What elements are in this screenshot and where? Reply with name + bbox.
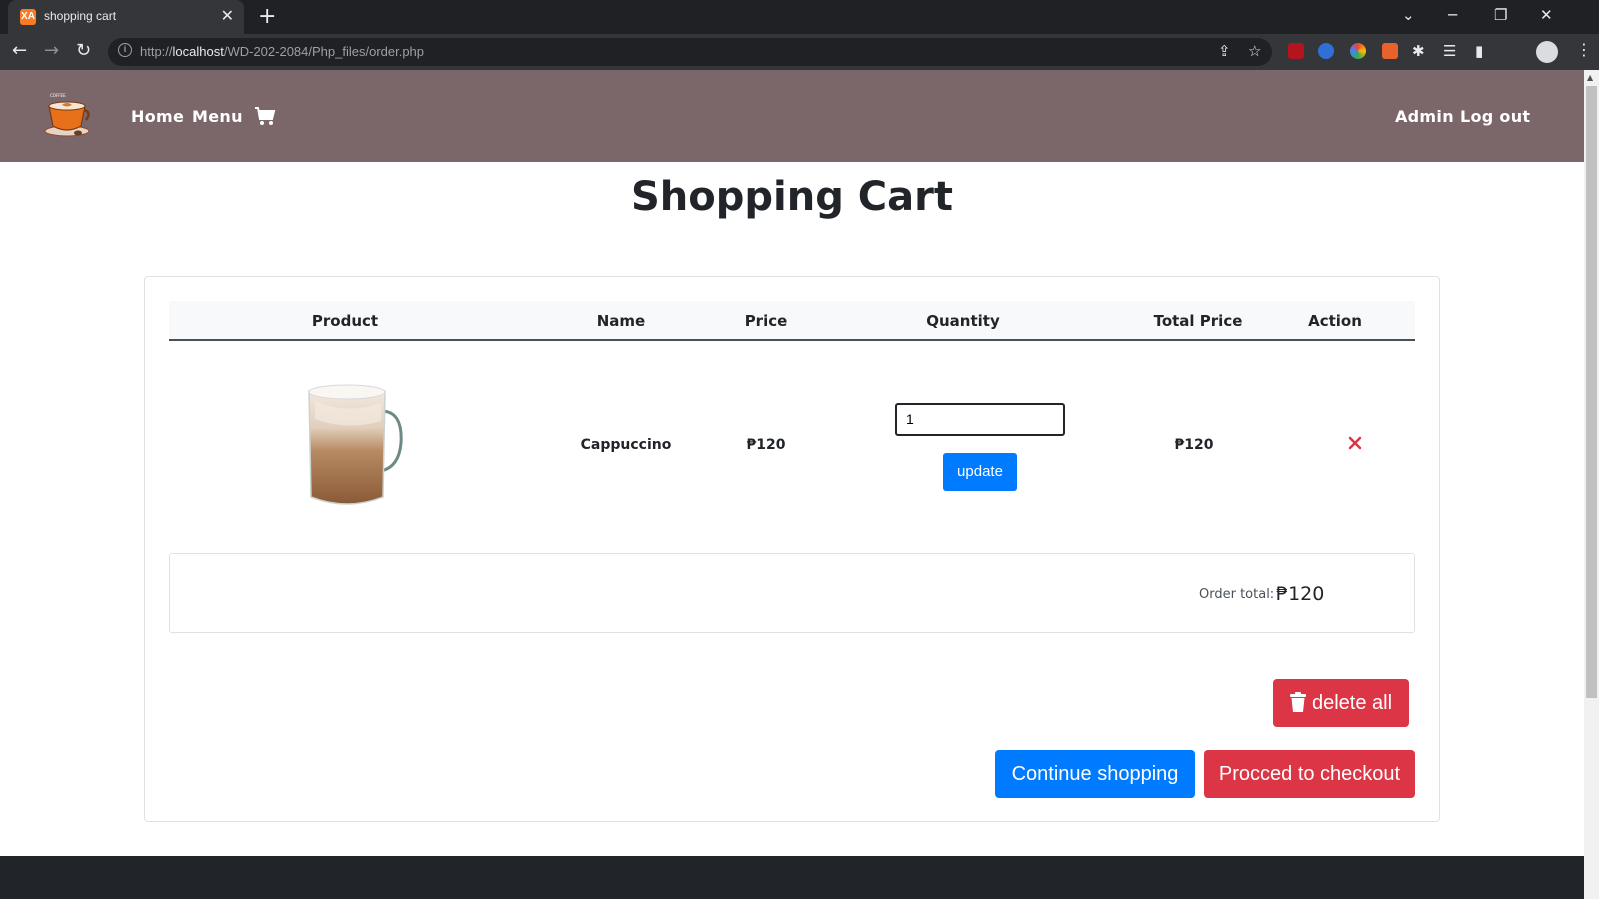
quantity-input[interactable]: 1 bbox=[895, 403, 1065, 436]
cappuccino-image bbox=[308, 384, 403, 505]
page-title: Shopping Cart bbox=[631, 174, 953, 220]
header-total-price: Total Price bbox=[1153, 312, 1243, 330]
extensions-puzzle-icon[interactable]: ✱ bbox=[1412, 42, 1425, 60]
header-product: Product bbox=[311, 312, 379, 330]
back-icon[interactable]: ← bbox=[12, 40, 27, 61]
site-navbar: COFFEE Home Menu Admin Log out bbox=[0, 70, 1584, 162]
cart-card: Product Name Price Quantity Total Price … bbox=[144, 276, 1440, 822]
color-picker-extension-icon[interactable] bbox=[1350, 43, 1366, 59]
order-total-label: Order total: bbox=[1199, 587, 1275, 602]
update-button[interactable]: update bbox=[943, 453, 1017, 491]
product-price: ₱120 bbox=[746, 437, 786, 453]
nav-menu-link[interactable]: Menu bbox=[192, 107, 243, 126]
restore-icon[interactable]: ❐ bbox=[1494, 6, 1507, 24]
row-total-price: ₱120 bbox=[1174, 437, 1214, 453]
tab-search-icon[interactable]: ⌄ bbox=[1402, 6, 1415, 24]
cart-icon[interactable] bbox=[254, 106, 276, 126]
nav-admin-link[interactable]: Admin bbox=[1395, 107, 1454, 126]
checkout-button[interactable]: Procced to checkout bbox=[1204, 750, 1415, 798]
header-action: Action bbox=[1308, 312, 1362, 330]
browser-menu-icon[interactable]: ⋮ bbox=[1576, 40, 1592, 59]
trash-icon bbox=[1289, 692, 1306, 712]
page-scrollbar[interactable]: ▲ bbox=[1584, 70, 1599, 899]
url-text: http://localhost/WD-202-2084/Php_files/o… bbox=[140, 44, 425, 59]
delete-all-button[interactable]: delete all bbox=[1273, 679, 1409, 727]
continue-shopping-button[interactable]: Continue shopping bbox=[995, 750, 1195, 798]
remove-item-icon[interactable] bbox=[1347, 435, 1363, 451]
order-total-value: ₱120 bbox=[1276, 583, 1325, 605]
scroll-up-icon[interactable]: ▲ bbox=[1587, 73, 1593, 82]
reading-list-icon[interactable]: ☰ bbox=[1443, 42, 1456, 60]
svg-text:COFFEE: COFFEE bbox=[50, 93, 66, 98]
header-quantity: Quantity bbox=[926, 312, 1000, 330]
extension-icon[interactable] bbox=[1382, 43, 1398, 59]
extension-icon[interactable] bbox=[1318, 43, 1334, 59]
header-name: Name bbox=[596, 312, 646, 330]
address-bar[interactable]: i http://localhost/WD-202-2084/Php_files… bbox=[108, 38, 1272, 66]
header-price: Price bbox=[744, 312, 788, 330]
site-info-icon[interactable]: i bbox=[118, 43, 132, 57]
ublock-extension-icon[interactable] bbox=[1288, 43, 1304, 59]
order-total-box: Order total: ₱120 bbox=[169, 553, 1415, 633]
close-window-icon[interactable]: ✕ bbox=[1540, 6, 1553, 24]
side-panel-icon[interactable]: ▮ bbox=[1475, 42, 1483, 60]
cart-table-header: Product Name Price Quantity Total Price … bbox=[169, 301, 1415, 341]
profile-avatar[interactable] bbox=[1536, 41, 1558, 63]
delete-all-label: delete all bbox=[1311, 692, 1393, 714]
page-viewport: COFFEE Home Menu Admin Log out Shopping … bbox=[0, 70, 1599, 899]
xampp-favicon-icon: XA bbox=[20, 9, 36, 25]
browser-tab-strip: XA shopping cart ✕ + ⌄ ─ ❐ ✕ bbox=[0, 0, 1599, 34]
tab-close-icon[interactable]: ✕ bbox=[221, 7, 234, 25]
nav-home-link[interactable]: Home bbox=[131, 107, 184, 126]
bookmark-star-icon[interactable]: ☆ bbox=[1248, 42, 1261, 60]
product-name: Cappuccino bbox=[580, 437, 672, 453]
page-footer bbox=[0, 856, 1584, 899]
scrollbar-thumb[interactable] bbox=[1586, 86, 1597, 698]
coffee-logo[interactable]: COFFEE bbox=[42, 92, 92, 138]
nav-logout-link[interactable]: Log out bbox=[1460, 107, 1530, 126]
forward-icon[interactable]: → bbox=[44, 40, 59, 61]
tab-title: shopping cart bbox=[44, 9, 117, 23]
share-icon[interactable]: ⇪ bbox=[1218, 42, 1231, 60]
new-tab-icon[interactable]: + bbox=[258, 4, 276, 29]
browser-toolbar: ← → ↻ i http://localhost/WD-202-2084/Php… bbox=[0, 34, 1599, 70]
reload-icon[interactable]: ↻ bbox=[76, 40, 91, 61]
browser-tab[interactable]: XA shopping cart ✕ bbox=[8, 0, 244, 34]
minimize-icon[interactable]: ─ bbox=[1448, 6, 1457, 24]
